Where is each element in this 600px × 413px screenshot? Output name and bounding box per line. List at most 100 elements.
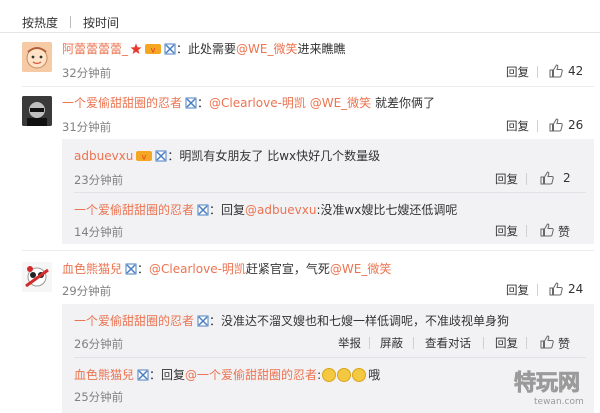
like-count: 24 <box>568 282 584 296</box>
mention-link[interactable]: @一个爱偷甜甜圈的忍者 <box>185 366 317 384</box>
tab-sort-by-hot[interactable]: 按热度 <box>22 14 58 31</box>
sort-tabs: 按热度 按时间 <box>22 13 119 31</box>
comment-body: 阿蕾蕾蕾蕾_ v ： 此处需要 @WE_微笑 进来瞧瞧 <box>62 40 346 58</box>
emoji-face-icon <box>352 368 367 382</box>
svg-text:v: v <box>151 46 156 55</box>
reply-button[interactable]: 回复 <box>506 282 529 298</box>
reply-username[interactable]: 一个爱偷甜甜圈的忍者 <box>74 201 194 219</box>
comment-time: 32分钟前 <box>62 66 112 80</box>
reply-body: 血色熊猫兒 ： 回复 @一个爱偷甜甜圈的忍者 : 哦 <box>74 366 381 384</box>
comment-text: 此处需要 <box>188 42 237 56</box>
divider <box>22 250 594 251</box>
divider <box>537 66 538 78</box>
comment-time: 31分钟前 <box>62 120 112 134</box>
thumbs-up-icon[interactable] <box>549 64 563 78</box>
comment-username[interactable]: 血色熊猫兒 <box>62 260 122 278</box>
divider <box>537 120 538 132</box>
reply-text: 没准达不溜叉嫂也和七嫂一样低调呢，不准歧视单身狗 <box>221 314 510 328</box>
reply-button[interactable]: 回复 <box>495 223 518 239</box>
thumbs-up-icon[interactable] <box>540 335 554 349</box>
fan-badge-icon <box>197 204 209 216</box>
view-dialog-button[interactable]: 查看对话 <box>425 335 471 351</box>
reply-time: 23分钟前 <box>74 173 124 187</box>
divider <box>537 284 538 296</box>
reply-button[interactable]: 回复 <box>495 171 518 187</box>
fan-badge-icon <box>197 315 209 327</box>
divider <box>74 357 586 358</box>
reply-prefix: 回复 <box>161 368 186 382</box>
comment-separator: ： <box>197 96 210 110</box>
like-label[interactable]: 赞 <box>558 223 570 240</box>
watermark-logo: 特玩网 tewan.com <box>514 370 584 407</box>
reply-text: :没准wx嫂比七嫂还低调呢 <box>316 203 458 217</box>
thumbs-up-icon[interactable] <box>549 118 563 132</box>
reply-time: 25分钟前 <box>74 390 124 404</box>
reply-button[interactable]: 回复 <box>506 118 529 134</box>
reply-separator: ： <box>149 368 162 382</box>
comment-username[interactable]: 阿蕾蕾蕾蕾_ <box>62 40 128 58</box>
reply-time: 14分钟前 <box>74 225 124 239</box>
avatar-image <box>22 262 52 292</box>
reply-button[interactable]: 回复 <box>495 335 518 351</box>
mention-link[interactable]: @Clearlove-明凯 <box>209 94 306 112</box>
like-label[interactable]: 赞 <box>558 335 570 352</box>
star-icon <box>130 43 142 54</box>
comment-separator: ： <box>137 262 150 276</box>
divider <box>526 173 527 185</box>
watermark-domain: tewan.com <box>534 397 584 406</box>
fan-badge-icon <box>185 97 197 109</box>
reply-body: 一个爱偷甜甜圈的忍者 ： 回复 @adbuevxu :没准wx嫂比七嫂还低调呢 <box>74 201 457 219</box>
reply-text: 哦 <box>368 368 381 382</box>
reply-button[interactable]: 回复 <box>506 64 529 80</box>
thumbs-up-icon[interactable] <box>549 282 563 296</box>
vip-badge-icon: v <box>145 44 162 55</box>
mention-link[interactable]: @WE_微笑 <box>236 40 297 58</box>
reply-time: 26分钟前 <box>74 337 124 351</box>
divider <box>369 337 370 349</box>
reply-separator: ： <box>167 149 180 163</box>
avatar[interactable] <box>22 96 52 126</box>
reply-separator: ： <box>209 203 222 217</box>
divider <box>483 337 484 349</box>
mention-link[interactable]: @WE_微笑 <box>310 94 371 112</box>
mention-link[interactable]: @Clearlove-明凯 <box>149 260 246 278</box>
watermark-text: 特玩网 <box>514 370 580 396</box>
report-button[interactable]: 举报 <box>338 335 361 351</box>
thumbs-up-icon[interactable] <box>540 223 554 237</box>
reply-username[interactable]: 一个爱偷甜甜圈的忍者 <box>74 312 194 330</box>
divider <box>0 32 600 33</box>
avatar[interactable] <box>22 262 52 292</box>
divider <box>22 86 594 87</box>
reply-separator: ： <box>209 314 222 328</box>
like-count: 42 <box>568 64 584 78</box>
block-button[interactable]: 屏蔽 <box>380 335 403 351</box>
avatar[interactable] <box>22 42 52 72</box>
svg-text:v: v <box>142 153 147 162</box>
like-count: 2 <box>563 171 571 185</box>
tab-divider <box>70 16 72 28</box>
reply-text: 明凯有女朋友了 比wx快好几个数量级 <box>179 149 381 163</box>
divider <box>526 225 527 237</box>
reply-username[interactable]: adbuevxu <box>74 147 133 165</box>
watermark: 特玩网 tewan.com <box>512 366 590 407</box>
comment-text: 赶紧官宣，气死 <box>245 262 330 276</box>
vip-badge-icon: v <box>136 151 153 162</box>
fan-badge-icon <box>164 43 176 55</box>
comment-text: 就差你俩了 <box>375 96 436 110</box>
tab-sort-by-time[interactable]: 按时间 <box>83 14 119 31</box>
divider <box>526 337 527 349</box>
reply-prefix: 回复 <box>221 203 246 217</box>
thumbs-up-icon[interactable] <box>540 171 554 185</box>
mention-link[interactable]: @adbuevxu <box>245 201 316 219</box>
divider <box>413 337 414 349</box>
reply-username[interactable]: 血色熊猫兒 <box>74 366 134 384</box>
emoji-face-icon <box>322 368 337 382</box>
avatar-image <box>22 96 52 126</box>
divider <box>74 192 586 193</box>
mention-link[interactable]: @WE_微笑 <box>330 260 391 278</box>
fan-badge-icon <box>155 150 167 162</box>
comment-username[interactable]: 一个爱偷甜甜圈的忍者 <box>62 94 182 112</box>
reply-body: adbuevxu v ： 明凯有女朋友了 比wx快好几个数量级 <box>74 147 380 165</box>
like-count: 26 <box>568 118 584 132</box>
comment-text: 进来瞧瞧 <box>297 42 346 56</box>
